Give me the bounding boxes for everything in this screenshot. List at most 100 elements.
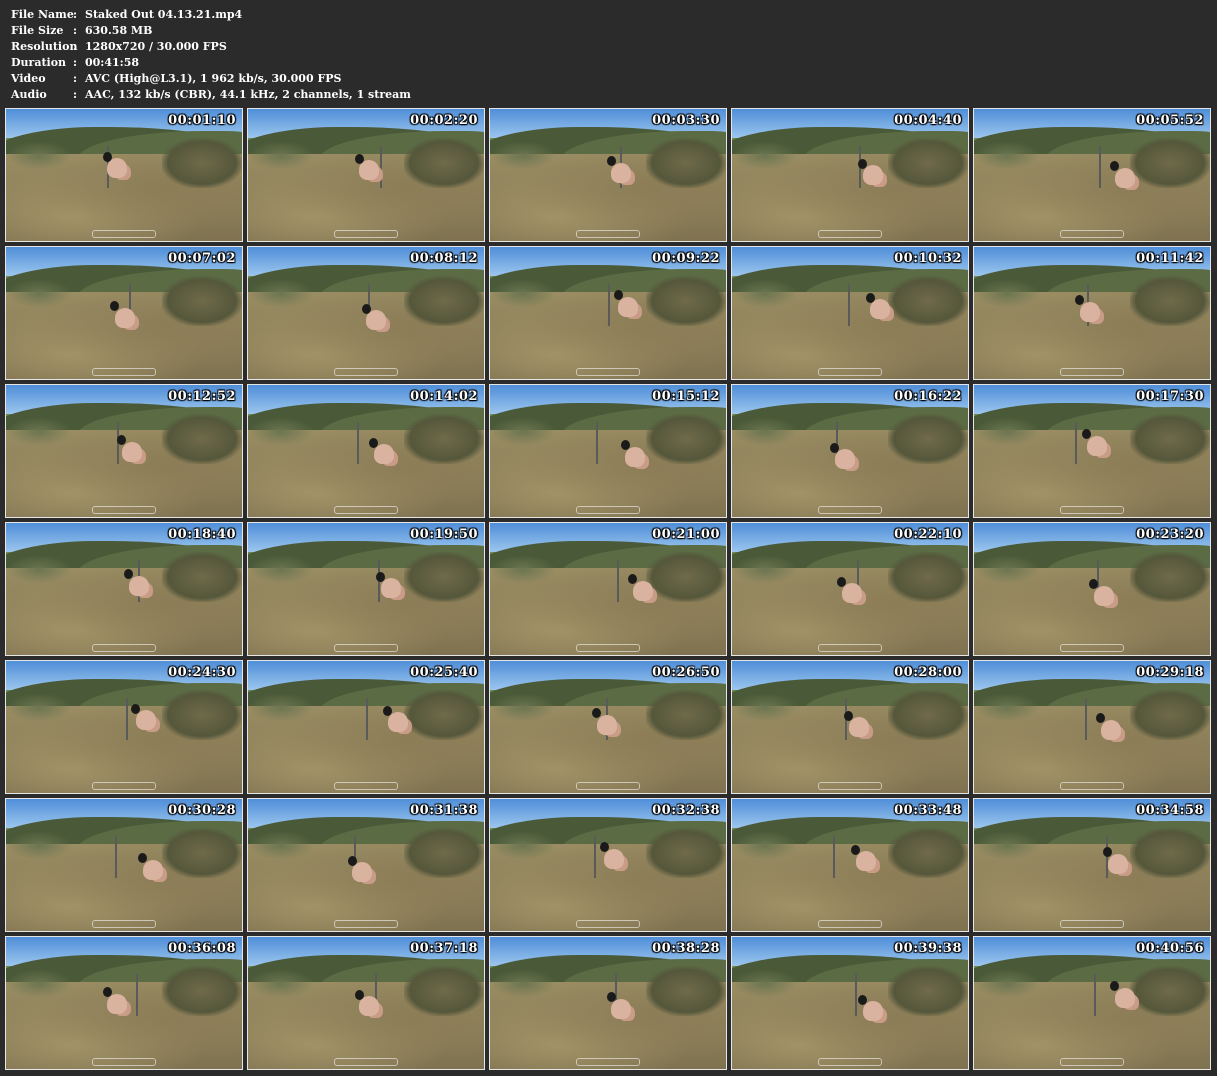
video-thumbnail: 00:09:22 [489, 246, 727, 380]
thumbnail-scene-bush2 [974, 830, 1041, 860]
info-separator: : [73, 56, 78, 69]
thumbnail-timestamp: 00:30:28 [168, 803, 236, 818]
thumbnail-scene-head [865, 292, 875, 303]
info-label: Video [11, 72, 46, 85]
thumbnail-scene-bush [887, 414, 968, 465]
video-thumbnail: 00:08:12 [247, 246, 485, 380]
thumbnail-timestamp: 00:21:00 [652, 527, 720, 542]
thumbnail-scene-figure [625, 446, 646, 467]
info-row-audio: Audio : AAC, 132 kb/s (CBR), 44.1 kHz, 2… [11, 87, 411, 103]
watermark-logo [334, 644, 398, 652]
thumbnail-scene-bush [1129, 690, 1210, 741]
thumbnail-scene-bush [887, 690, 968, 741]
watermark-logo [576, 506, 640, 514]
thumbnail-scene-bush2 [248, 416, 315, 446]
thumbnail-scene-bush [645, 690, 726, 741]
watermark-logo [818, 782, 882, 790]
thumbnail-scene-bush [887, 828, 968, 879]
watermark-logo [576, 782, 640, 790]
thumbnail-scene-head [613, 290, 623, 301]
thumbnail-timestamp: 00:36:08 [168, 941, 236, 956]
thumbnail-scene-bush [645, 966, 726, 1017]
thumbnail-timestamp: 00:08:12 [410, 251, 478, 266]
thumbnail-timestamp: 00:03:30 [652, 113, 720, 128]
watermark-logo [576, 230, 640, 238]
thumbnail-timestamp: 00:31:38 [410, 803, 478, 818]
watermark-logo [576, 644, 640, 652]
thumbnail-scene-figure [611, 162, 632, 183]
thumbnail-timestamp: 00:05:52 [1136, 113, 1204, 128]
thumbnail-scene-figure [618, 296, 639, 317]
thumbnail-scene-stake [135, 973, 138, 1017]
video-thumbnail: 00:14:02 [247, 384, 485, 518]
thumbnail-scene-figure [1086, 435, 1107, 456]
thumbnail-scene-head [375, 571, 385, 582]
thumbnail-scene-bush [1129, 966, 1210, 1017]
watermark-logo [92, 506, 156, 514]
thumbnail-scene-figure [604, 848, 625, 869]
watermark-logo [334, 1058, 398, 1066]
thumbnail-scene-bush2 [6, 830, 73, 860]
info-row-duration: Duration : 00:41:58 [11, 55, 411, 71]
thumbnail-scene-bush2 [248, 968, 315, 998]
video-thumbnail: 00:12:52 [5, 384, 243, 518]
watermark-logo [1060, 368, 1124, 376]
thumbnail-scene-bush2 [6, 554, 73, 584]
thumbnail-scene-bush2 [732, 140, 799, 170]
thumbnail-scene-bush2 [490, 830, 557, 860]
video-thumbnail: 00:19:50 [247, 522, 485, 656]
thumbnail-timestamp: 00:12:52 [168, 389, 236, 404]
watermark-logo [92, 1058, 156, 1066]
watermark-logo [818, 1058, 882, 1066]
thumbnail-scene-head [830, 442, 840, 453]
watermark-logo [92, 782, 156, 790]
video-thumbnail: 00:30:28 [5, 798, 243, 932]
thumbnail-scene-figure [863, 165, 884, 186]
video-thumbnail: 00:34:58 [973, 798, 1211, 932]
watermark-logo [334, 782, 398, 790]
thumbnail-scene-stake [596, 421, 599, 465]
watermark-logo [334, 920, 398, 928]
thumbnail-scene-figure [1100, 719, 1121, 740]
thumbnail-timestamp: 00:22:10 [894, 527, 962, 542]
video-thumbnail: 00:40:56 [973, 936, 1211, 1070]
video-thumbnail: 00:37:18 [247, 936, 485, 1070]
video-thumbnail: 00:22:10 [731, 522, 969, 656]
video-thumbnail: 00:02:20 [247, 108, 485, 242]
thumbnail-timestamp: 00:40:56 [1136, 941, 1204, 956]
video-thumbnail: 00:39:38 [731, 936, 969, 1070]
thumbnail-scene-figure [863, 1001, 884, 1022]
thumbnail-timestamp: 00:01:10 [168, 113, 236, 128]
thumbnail-scene-bush [403, 276, 484, 327]
thumbnail-scene-head [382, 705, 392, 716]
video-thumbnail: 00:32:38 [489, 798, 727, 932]
info-row-video: Video : AVC (High@L3.1), 1 962 kb/s, 30.… [11, 71, 411, 87]
thumbnail-timestamp: 00:26:50 [652, 665, 720, 680]
thumbnail-scene-stake [1094, 973, 1097, 1017]
watermark-logo [1060, 230, 1124, 238]
thumbnail-scene-figure [611, 998, 632, 1019]
thumbnail-scene-bush2 [248, 554, 315, 584]
thumbnail-scene-bush [161, 276, 242, 327]
info-value: 630.58 MB [85, 24, 153, 37]
info-separator: : [73, 40, 78, 53]
video-thumbnail: 00:23:20 [973, 522, 1211, 656]
thumbnail-scene-figure [359, 996, 380, 1017]
thumbnail-scene-bush [403, 414, 484, 465]
thumbnail-scene-bush [161, 552, 242, 603]
thumbnail-scene-stake [366, 697, 368, 741]
thumbnail-scene-bush2 [732, 692, 799, 722]
thumbnail-scene-bush [161, 138, 242, 189]
video-thumbnail: 00:16:22 [731, 384, 969, 518]
thumbnail-scene-bush2 [974, 554, 1041, 584]
thumbnail-scene-figure [870, 299, 891, 320]
thumbnail-scene-head [347, 855, 357, 866]
thumbnail-scene-bush [887, 138, 968, 189]
thumbnail-scene-stake [1075, 421, 1078, 465]
thumbnail-scene-head [361, 303, 371, 314]
thumbnail-scene-figure [359, 160, 380, 181]
video-thumbnail: 00:26:50 [489, 660, 727, 794]
info-value: AAC, 132 kb/s (CBR), 44.1 kHz, 2 channel… [85, 88, 411, 101]
thumbnail-timestamp: 00:04:40 [894, 113, 962, 128]
video-thumbnail: 00:21:00 [489, 522, 727, 656]
